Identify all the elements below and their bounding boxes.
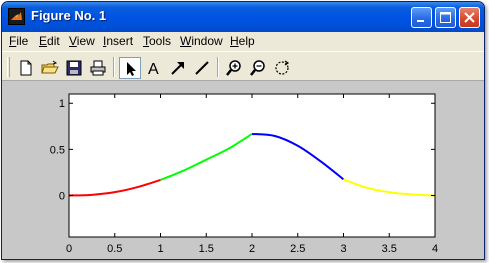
x-tick-label: 0 xyxy=(66,243,72,255)
open-folder-icon xyxy=(41,60,59,74)
new-figure-button[interactable] xyxy=(15,57,37,79)
x-tick-label: 2 xyxy=(249,243,255,255)
close-icon xyxy=(464,12,475,23)
plot-canvas[interactable]: 0 0.5 1 1.5 2 2.5 3 3.5 4 0 0.5 1 xyxy=(2,81,485,260)
open-file-button[interactable] xyxy=(39,57,61,79)
axes-background[interactable] xyxy=(69,94,435,237)
window-title: Figure No. 1 xyxy=(31,8,107,23)
insert-line-button[interactable] xyxy=(191,57,213,79)
select-tool-button[interactable] xyxy=(119,57,141,79)
x-tick-label: 3 xyxy=(340,243,346,255)
x-tick-label: 2.5 xyxy=(290,243,305,255)
save-icon xyxy=(66,60,82,76)
title-bar[interactable]: Figure No. 1 xyxy=(2,2,484,32)
line-insert-icon xyxy=(195,61,209,75)
menu-bar: File Edit View Insert Tools Window Help xyxy=(2,32,484,51)
zoom-out-button[interactable] xyxy=(247,57,269,79)
svg-text:A: A xyxy=(148,61,159,77)
zoom-in-icon xyxy=(226,60,241,76)
menu-file[interactable]: File xyxy=(9,34,28,48)
toolbar-separator xyxy=(113,57,115,77)
menu-edit[interactable]: Edit xyxy=(39,34,60,48)
save-button[interactable] xyxy=(63,57,85,79)
insert-text-button[interactable]: A xyxy=(143,57,165,79)
x-tick-label: 0.5 xyxy=(107,243,122,255)
arrow-insert-icon xyxy=(171,62,184,75)
x-tick-label: 1.5 xyxy=(199,243,214,255)
y-tick-label: 1 xyxy=(59,98,65,110)
matlab-app-icon[interactable] xyxy=(8,8,25,25)
figure-toolbar: A xyxy=(2,51,484,81)
zoom-in-button[interactable] xyxy=(223,57,245,79)
select-arrow-icon xyxy=(127,62,136,76)
minimize-button[interactable] xyxy=(411,7,432,28)
rotate-3d-icon xyxy=(275,60,290,75)
text-insert-icon: A xyxy=(148,61,159,77)
toolbar-grip[interactable] xyxy=(7,57,10,77)
menu-insert[interactable]: Insert xyxy=(103,34,133,48)
menu-view[interactable]: View xyxy=(69,34,95,48)
minimize-icon xyxy=(417,20,424,22)
toolbar-separator xyxy=(217,57,219,77)
figure-window: Figure No. 1 File Edit View Insert Tools… xyxy=(1,1,485,260)
menu-tools[interactable]: Tools xyxy=(143,34,171,48)
close-button[interactable] xyxy=(459,7,480,28)
x-tick-label: 3.5 xyxy=(382,243,397,255)
menu-window[interactable]: Window xyxy=(180,34,223,48)
y-tick-label: 0 xyxy=(59,190,65,202)
maximize-icon xyxy=(440,12,451,23)
print-icon xyxy=(90,60,106,76)
new-file-icon xyxy=(20,60,32,76)
insert-arrow-button[interactable] xyxy=(167,57,189,79)
maximize-button[interactable] xyxy=(435,7,456,28)
zoom-out-icon xyxy=(250,60,265,76)
x-tick-label: 1 xyxy=(157,243,163,255)
rotate-3d-button[interactable] xyxy=(271,57,293,79)
x-tick-label: 4 xyxy=(432,243,438,255)
y-tick-label: 0.5 xyxy=(50,144,65,156)
menu-help[interactable]: Help xyxy=(230,34,255,48)
figure-canvas[interactable]: 0 0.5 1 1.5 2 2.5 3 3.5 4 0 0.5 1 xyxy=(2,81,485,260)
print-button[interactable] xyxy=(87,57,109,79)
